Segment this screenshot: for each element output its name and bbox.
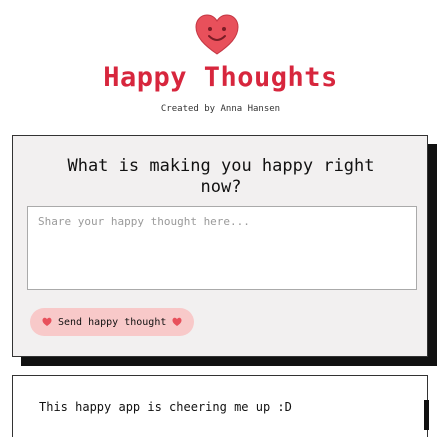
credit-text: Created by Anna Hansen [160,104,281,114]
thought-message: This happy app is cheering me up :D [39,400,292,414]
app-title: Happy Thoughts [103,62,338,93]
happy-thoughts-page: Happy Thoughts Created by Anna Hansen Wh… [0,0,441,437]
form-question: What is making you happy right now? [67,156,375,197]
heart-icon [42,317,52,326]
heart-icon [172,317,182,326]
thought-card: This happy app is cheering me up :D [12,375,428,437]
thought-form: What is making you happy right now? Send… [12,135,428,357]
send-button-label: Send happy thought [58,316,167,328]
heart-smiley-icon [195,14,239,55]
send-thought-button[interactable]: Send happy thought [30,308,195,336]
thought-input[interactable] [27,206,417,290]
scrollbar-thumb[interactable] [424,400,429,430]
